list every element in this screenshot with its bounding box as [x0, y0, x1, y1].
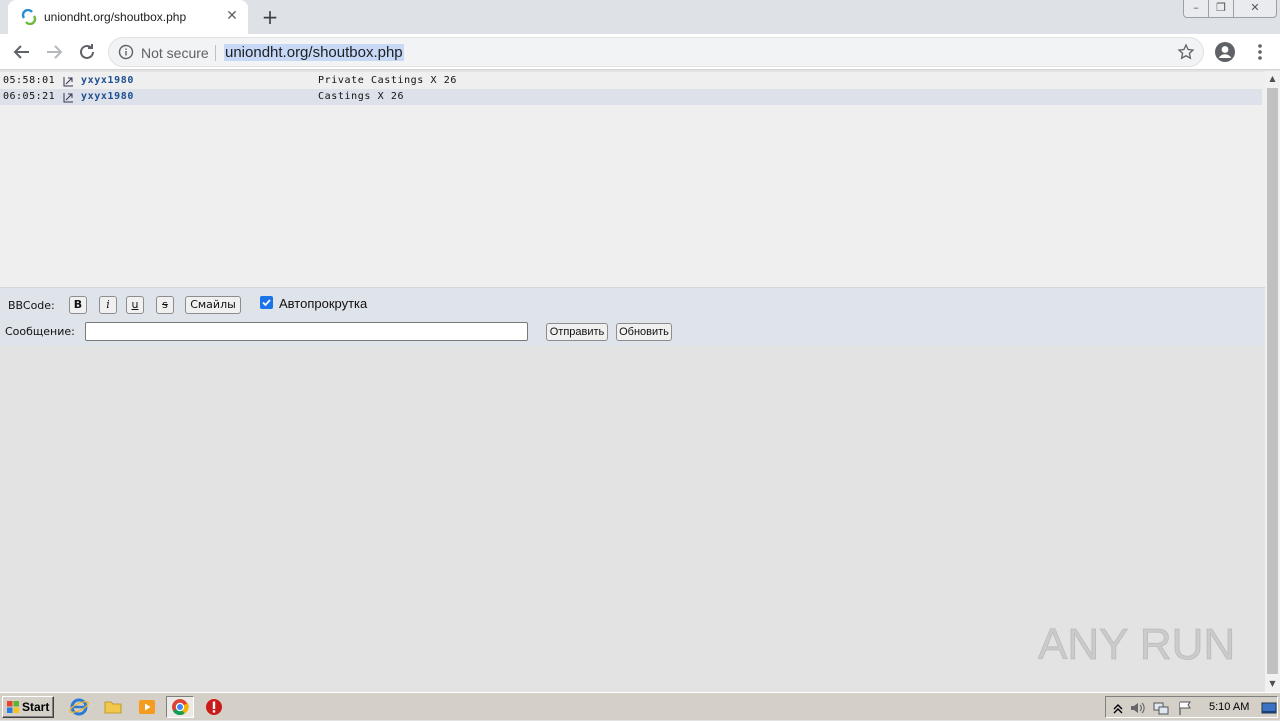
security-label: Not secure	[141, 45, 209, 61]
message-input[interactable]	[85, 322, 528, 341]
system-tray: 5:10 AM	[1105, 696, 1278, 718]
url-text[interactable]: uniondht.org/shoutbox.php	[224, 44, 404, 61]
reply-arrow-icon[interactable]	[63, 76, 74, 87]
ie-icon[interactable]	[69, 697, 89, 717]
scroll-down-arrow-icon[interactable]: ▼	[1265, 676, 1280, 692]
profile-icon[interactable]	[1214, 41, 1236, 63]
strikethrough-button[interactable]: s	[156, 296, 174, 314]
message-username[interactable]: yxyx1980	[81, 91, 134, 102]
tab-title: uniondht.org/shoutbox.php	[44, 10, 187, 24]
italic-button[interactable]: i	[99, 296, 117, 314]
menu-icon[interactable]	[1250, 41, 1270, 63]
browser-titlebar: uniondht.org/shoutbox.php ✕ + – ❐ ✕	[0, 0, 1280, 34]
scroll-thumb[interactable]	[1267, 88, 1278, 674]
autoscroll-checkbox[interactable]	[260, 296, 273, 309]
reload-icon[interactable]	[75, 40, 99, 64]
watermark-text: ANY RUN	[1038, 620, 1234, 669]
shoutbox-controls: BBCode: B i u s Смайлы Автопрокрутка Соо…	[0, 288, 1265, 346]
stop-icon[interactable]	[204, 697, 224, 717]
taskbar-clock[interactable]: 5:10 AM	[1209, 701, 1249, 713]
message-text: Private Castings X 26	[318, 75, 458, 86]
new-tab-button[interactable]: +	[258, 5, 282, 29]
forward-icon[interactable]	[42, 40, 66, 64]
browser-tab[interactable]: uniondht.org/shoutbox.php ✕	[8, 0, 248, 34]
media-player-icon[interactable]	[137, 697, 157, 717]
start-label: Start	[22, 700, 50, 714]
scroll-up-arrow-icon[interactable]: ▲	[1265, 71, 1280, 87]
message-time: 05:58:01	[3, 75, 56, 86]
message-row: 05:58:01 yxyx1980 Private Castings X 26	[0, 73, 1262, 89]
star-icon[interactable]	[1177, 43, 1195, 61]
window-close-button[interactable]: ✕	[1233, 0, 1277, 18]
site-favicon-icon	[21, 8, 37, 26]
back-icon[interactable]	[10, 40, 34, 64]
anyrun-watermark: ANY RUN	[1038, 620, 1234, 670]
browser-toolbar: Not secure uniondht.org/shoutbox.php	[0, 34, 1280, 70]
message-username[interactable]: yxyx1980	[81, 75, 134, 86]
bbcode-label: BBCode:	[8, 299, 55, 312]
chrome-icon[interactable]	[166, 696, 194, 718]
autoscroll-label: Автопрокрутка	[279, 296, 368, 311]
start-button[interactable]: Start	[2, 696, 54, 718]
omnibox-divider	[215, 45, 216, 61]
taskbar: Start 5:10 AM	[0, 692, 1280, 720]
message-time: 06:05:21	[3, 91, 56, 102]
message-label: Сообщение:	[5, 325, 75, 338]
info-icon[interactable]	[118, 44, 134, 60]
underline-button[interactable]: u	[126, 296, 144, 314]
folder-icon[interactable]	[103, 697, 123, 717]
page-content: 05:58:01 yxyx1980 Private Castings X 26 …	[0, 71, 1265, 692]
address-bar[interactable]: Not secure uniondht.org/shoutbox.php	[108, 37, 1204, 67]
window-maximize-button[interactable]: ❐	[1208, 0, 1234, 18]
tab-close-icon[interactable]: ✕	[224, 8, 240, 24]
bold-button[interactable]: B	[69, 296, 87, 314]
smiles-button[interactable]: Смайлы	[185, 296, 241, 314]
network-icon[interactable]	[1153, 700, 1169, 716]
message-text: Castings X 26	[318, 91, 405, 102]
vertical-scrollbar[interactable]: ▲ ▼	[1265, 71, 1280, 692]
message-row: 06:05:21 yxyx1980 Castings X 26	[0, 89, 1262, 105]
windows-flag-icon	[6, 700, 20, 714]
volume-icon[interactable]	[1129, 700, 1145, 716]
action-center-flag-icon[interactable]	[1177, 700, 1193, 716]
reply-arrow-icon[interactable]	[63, 92, 74, 103]
shoutbox-messages: 05:58:01 yxyx1980 Private Castings X 26 …	[0, 72, 1265, 288]
show-desktop-icon[interactable]	[1261, 700, 1277, 716]
send-button[interactable]: Отправить	[546, 323, 608, 341]
window-minimize-button[interactable]: –	[1183, 0, 1209, 18]
refresh-button[interactable]: Обновить	[616, 323, 672, 341]
show-hidden-icons-icon[interactable]	[1110, 700, 1126, 716]
